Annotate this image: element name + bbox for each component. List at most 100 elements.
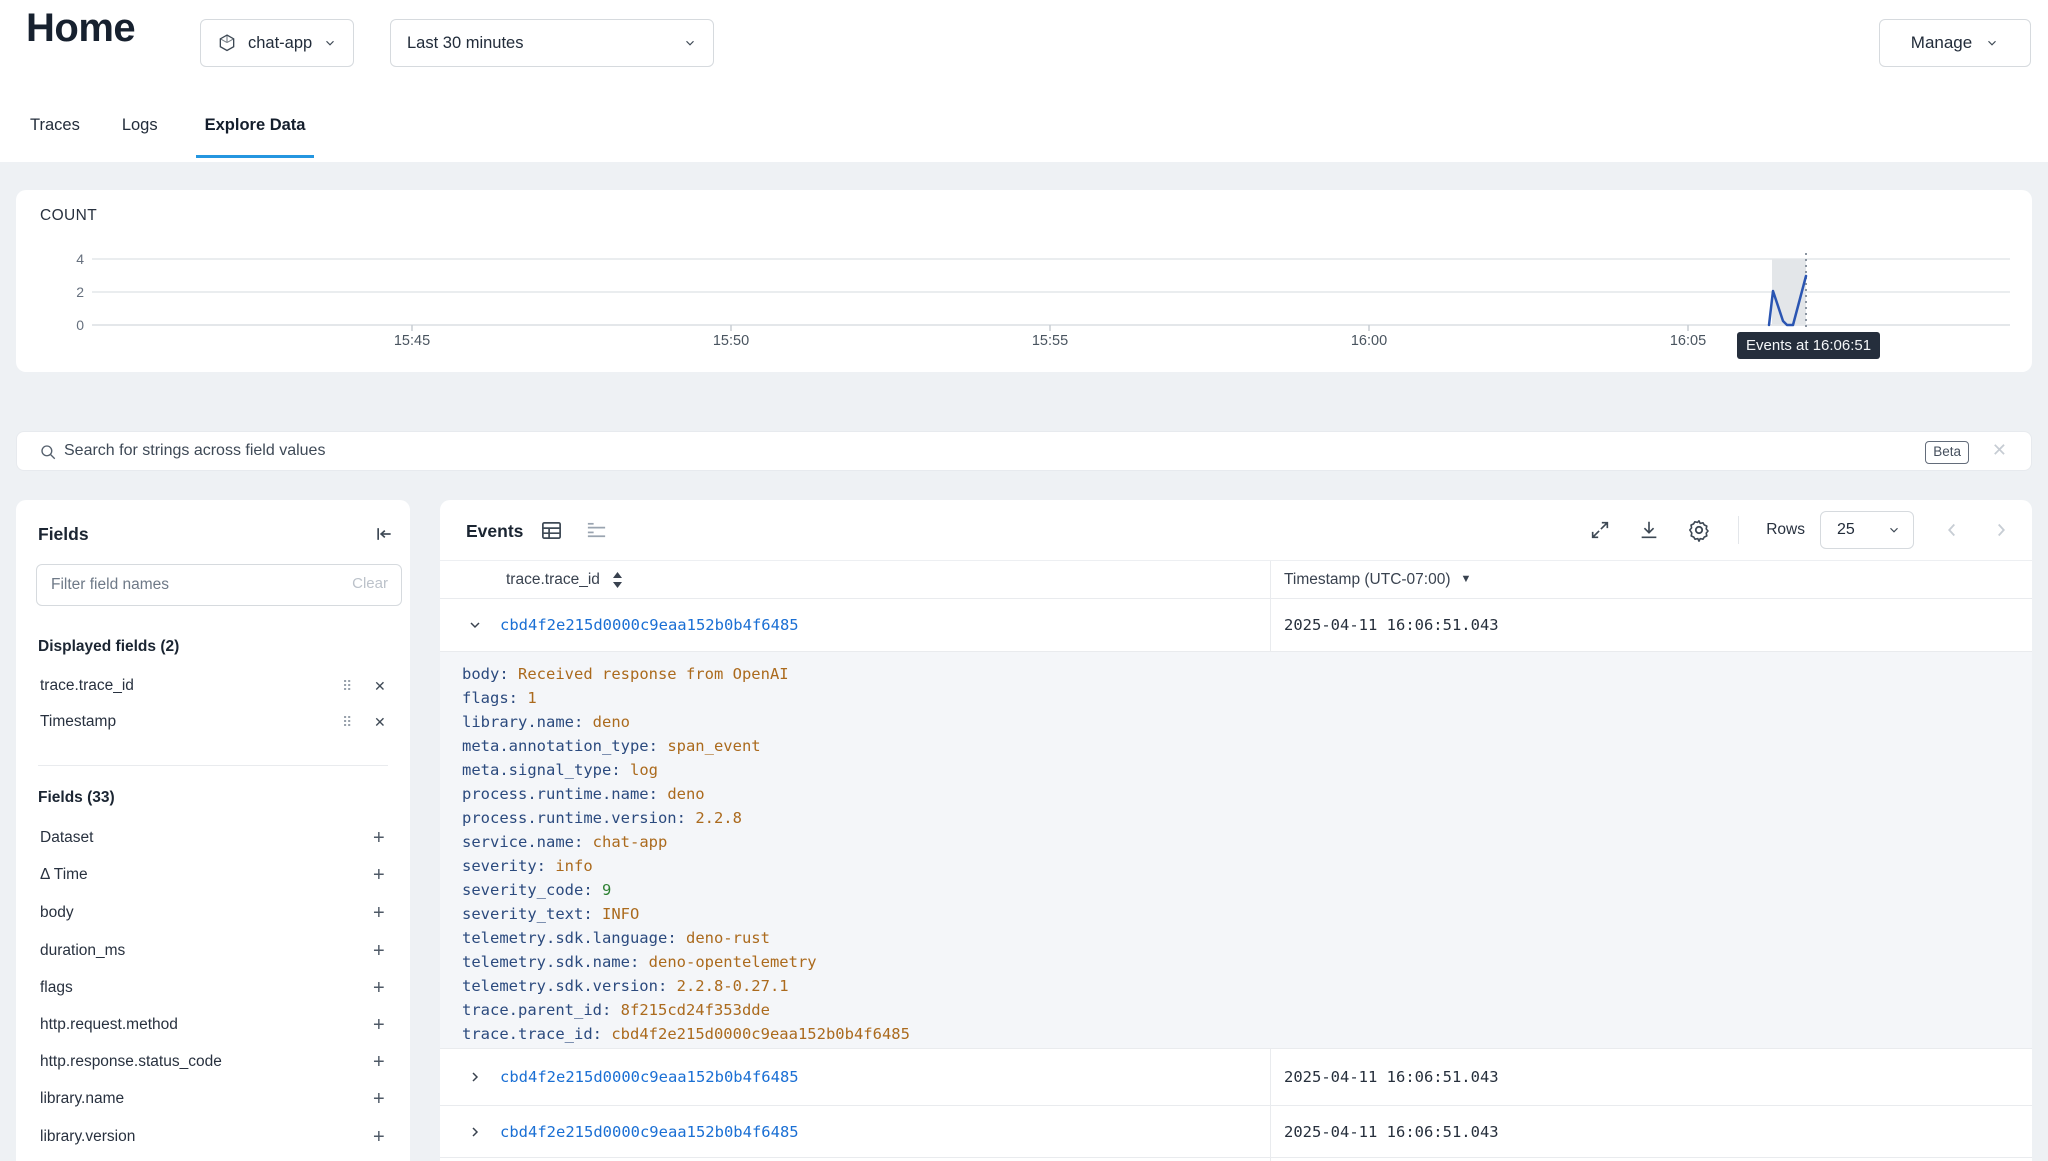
field-row[interactable]: flags + [16, 970, 410, 1006]
all-fields-header: Fields (33) [38, 789, 115, 807]
count-line-chart[interactable] [16, 190, 2032, 372]
clear-filter-button[interactable]: Clear [352, 575, 388, 592]
manage-button-label: Manage [1911, 33, 1972, 53]
tab-logs[interactable]: Logs [118, 110, 162, 158]
drag-handle-icon[interactable]: ⠿ [342, 714, 352, 731]
detail-value: deno-opentelemetry [649, 953, 817, 971]
fields-panel: Fields Clear Displayed fields (2) trace.… [16, 500, 410, 1161]
expand-icon[interactable] [1589, 519, 1611, 541]
field-label: Timestamp [40, 713, 116, 731]
field-label: Dataset [40, 829, 93, 847]
x-tick: 16:00 [1351, 333, 1387, 349]
timestamp-value: 2025-04-11 16:06:51.043 [1284, 616, 1499, 634]
trace-id-link[interactable]: cbd4f2e215d0000c9eaa152b0b4f6485 [500, 1068, 799, 1086]
search-input[interactable] [64, 432, 1924, 470]
detail-key: meta.annotation_type [462, 737, 667, 755]
table-view-icon[interactable] [540, 519, 563, 542]
tab-traces[interactable]: Traces [26, 110, 84, 158]
field-row[interactable]: Dataset + [16, 820, 410, 856]
field-row[interactable]: library.version + [16, 1119, 410, 1155]
search-icon [39, 443, 57, 461]
trace-id-link[interactable]: cbd4f2e215d0000c9eaa152b0b4f6485 [500, 616, 799, 634]
field-row[interactable]: body + [16, 895, 410, 931]
events-table: trace.trace_id Timestamp (UTC-07:00) ▼ c… [440, 560, 2032, 1161]
add-field-icon[interactable]: + [373, 902, 385, 925]
detail-key: service.name [462, 833, 593, 851]
field-label: library.name [40, 1090, 124, 1108]
timestamp-value: 2025-04-11 16:06:51.043 [1284, 1068, 1499, 1086]
chevron-down-icon [1985, 36, 1999, 50]
detail-key: severity [462, 857, 555, 875]
y-tick: 2 [32, 284, 84, 300]
drag-handle-icon[interactable]: ⠿ [342, 678, 352, 695]
download-icon[interactable] [1638, 519, 1660, 541]
project-selector[interactable]: chat-app [200, 19, 354, 67]
remove-field-icon[interactable]: ✕ [374, 678, 386, 695]
manage-button[interactable]: Manage [1879, 19, 2031, 67]
next-page-icon[interactable] [1990, 519, 2012, 541]
fields-panel-title: Fields [38, 524, 89, 545]
cube-icon [217, 33, 237, 53]
tab-explore-data[interactable]: Explore Data [196, 110, 315, 158]
rows-per-page-value: 25 [1837, 521, 1855, 539]
field-label: Δ Time [40, 866, 88, 884]
field-label: duration_ms [40, 942, 125, 960]
detail-key: telemetry.sdk.version [462, 977, 677, 995]
field-row[interactable]: http.request.method + [16, 1007, 410, 1043]
rows-per-page-select[interactable]: 25 [1820, 511, 1914, 549]
add-field-icon[interactable]: + [373, 1014, 385, 1037]
detail-key: trace.parent_id [462, 1001, 621, 1019]
close-icon[interactable]: ✕ [1992, 440, 2007, 461]
table-row[interactable]: cbd4f2e215d0000c9eaa152b0b4f6485 2025-04… [440, 1048, 2032, 1106]
events-panel-title: Events [466, 521, 523, 542]
detail-value: chat-app [593, 833, 668, 851]
field-row[interactable]: http.response.status_code + [16, 1044, 410, 1080]
chart-tooltip: Events at 16:06:51 [1737, 332, 1880, 359]
field-filter-input[interactable] [51, 566, 331, 604]
detail-value: deno-rust [686, 929, 770, 947]
previous-page-icon[interactable] [1941, 519, 1963, 541]
column-header-timestamp[interactable]: Timestamp (UTC-07:00) [1284, 571, 1451, 589]
gear-icon[interactable] [1687, 518, 1711, 542]
detail-key: telemetry.sdk.language [462, 929, 686, 947]
add-field-icon[interactable]: + [373, 1088, 385, 1111]
add-field-icon[interactable]: + [373, 827, 385, 850]
table-row[interactable]: cbd4f2e215d0000c9eaa152b0b4f6485 2025-04… [440, 1106, 2032, 1158]
detail-value: cbd4f2e215d0000c9eaa152b0b4f6485 [611, 1025, 910, 1043]
add-field-icon[interactable]: + [373, 1126, 385, 1149]
chevron-right-icon[interactable] [467, 1124, 483, 1140]
collapse-panel-icon[interactable] [374, 524, 394, 544]
chevron-down-icon[interactable] [467, 617, 483, 633]
list-view-icon[interactable] [585, 519, 608, 542]
field-label: body [40, 904, 74, 922]
field-row[interactable]: duration_ms + [16, 933, 410, 969]
field-label: trace.trace_id [40, 677, 134, 695]
divider [1738, 516, 1739, 544]
table-row[interactable]: cbd4f2e215d0000c9eaa152b0b4f6485 2025-04… [440, 599, 2032, 652]
column-menu-icon[interactable]: ▼ [1461, 574, 1472, 585]
add-field-icon[interactable]: + [373, 864, 385, 887]
x-tick: 15:50 [713, 333, 749, 349]
table-header-row: trace.trace_id Timestamp (UTC-07:00) ▼ [440, 560, 2032, 599]
add-field-icon[interactable]: + [373, 940, 385, 963]
time-range-selector[interactable]: Last 30 minutes [390, 19, 714, 67]
trace-id-link[interactable]: cbd4f2e215d0000c9eaa152b0b4f6485 [500, 1123, 799, 1141]
add-field-icon[interactable]: + [373, 977, 385, 1000]
remove-field-icon[interactable]: ✕ [374, 714, 386, 731]
count-chart-card: COUNT 4 2 0 15:45 15:50 15:55 16:00 16:0… [16, 190, 2032, 372]
timestamp-value: 2025-04-11 16:06:51.043 [1284, 1123, 1499, 1141]
x-tick: 16:05 [1670, 333, 1706, 349]
displayed-field-row[interactable]: Timestamp ⠿ ✕ [16, 704, 410, 740]
x-tick: 15:55 [1032, 333, 1068, 349]
add-field-icon[interactable]: + [373, 1051, 385, 1074]
detail-key: meta.signal_type [462, 761, 630, 779]
sort-icon[interactable] [612, 572, 623, 588]
displayed-field-row[interactable]: trace.trace_id ⠿ ✕ [16, 668, 410, 704]
detail-value: log [630, 761, 658, 779]
field-row[interactable]: Δ Time + [16, 857, 410, 893]
column-header-trace-id[interactable]: trace.trace_id [506, 571, 600, 589]
events-panel: Events Row [440, 500, 2032, 1161]
chevron-right-icon[interactable] [467, 1069, 483, 1085]
field-row[interactable]: library.name + [16, 1081, 410, 1117]
page-title: Home [26, 6, 135, 51]
